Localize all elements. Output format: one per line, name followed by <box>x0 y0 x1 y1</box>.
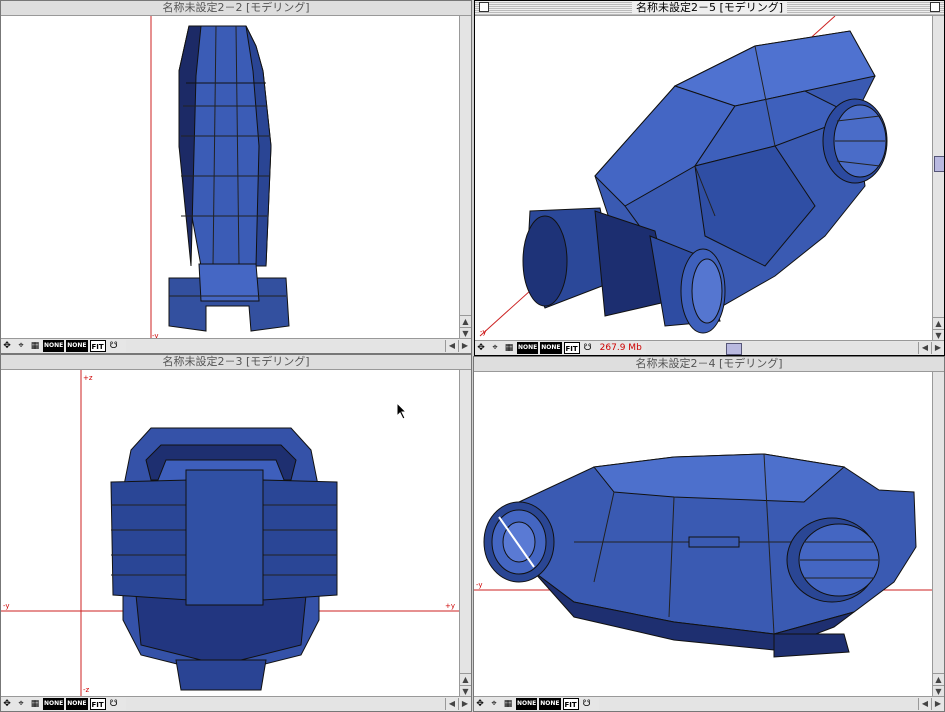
render-icon[interactable]: ☋ <box>581 698 593 710</box>
vertical-scroll-thumb[interactable] <box>934 156 944 172</box>
grid-icon[interactable]: ▦ <box>29 340 41 352</box>
render-icon[interactable]: ☋ <box>582 342 594 354</box>
vertical-scrollbar[interactable]: ▲ ▼ <box>932 372 944 697</box>
window-title[interactable]: 名称未設定2－4 [モデリング] <box>474 357 944 372</box>
viewport-window-perspective[interactable]: 名称未設定2－5 [モデリング] -y ▲ ▼ ✥ ⌖ ▦ NONE NONE … <box>474 0 945 356</box>
scroll-left-icon[interactable]: ◀ <box>445 698 458 710</box>
model-top-view: +z -z -y +y <box>1 370 459 697</box>
horizontal-scrollbar[interactable] <box>125 340 445 352</box>
scroll-up-icon[interactable]: ▲ <box>933 673 944 685</box>
window-statusbar: ✥ ⌖ ▦ NONE NONE FIT ☋ 267.9 Mb ◀ ▶ <box>475 340 944 355</box>
window-statusbar: ✥ ⌖ ▦ NONE NONE FIT ☋ ◀ ▶ <box>1 696 471 711</box>
axis-icon[interactable]: ⌖ <box>15 698 27 710</box>
render-icon[interactable]: ☋ <box>108 698 120 710</box>
axis-icon[interactable]: ⌖ <box>488 698 500 710</box>
move-icon[interactable]: ✥ <box>1 340 13 352</box>
move-icon[interactable]: ✥ <box>475 342 487 354</box>
scroll-right-icon[interactable]: ▶ <box>931 342 944 354</box>
move-icon[interactable]: ✥ <box>1 698 13 710</box>
viewport-canvas[interactable]: -y <box>475 16 932 341</box>
axis-label: -y <box>3 602 10 610</box>
render-icon[interactable]: ☋ <box>108 340 120 352</box>
window-title[interactable]: 名称未設定2－2 [モデリング] <box>1 1 471 16</box>
vertical-scrollbar[interactable]: ▲ ▼ <box>932 16 944 341</box>
none-icon[interactable]: NONE <box>517 342 539 354</box>
scroll-up-icon[interactable]: ▲ <box>460 673 471 685</box>
vertical-scrollbar[interactable]: ▲ ▼ <box>459 16 471 339</box>
scroll-up-icon[interactable]: ▲ <box>460 315 471 327</box>
scroll-left-icon[interactable]: ◀ <box>918 698 931 710</box>
vertical-scrollbar[interactable]: ▲ ▼ <box>459 370 471 697</box>
horizontal-scrollbar[interactable] <box>645 342 918 355</box>
horizontal-scroll-thumb[interactable] <box>725 343 742 355</box>
model-perspective-view: -y <box>479 16 888 337</box>
axis-label: -y <box>476 581 483 589</box>
scroll-right-icon[interactable]: ▶ <box>458 698 471 710</box>
viewport-canvas[interactable]: -y <box>1 16 459 339</box>
none-icon[interactable]: NONE <box>66 340 88 352</box>
none-icon[interactable]: NONE <box>540 342 562 354</box>
mouse-pointer-icon <box>396 402 408 420</box>
model-side-view: -y <box>474 453 932 658</box>
fit-icon[interactable]: FIT <box>89 340 106 352</box>
scroll-left-icon[interactable]: ◀ <box>918 342 931 354</box>
window-statusbar: ✥ ⌖ ▦ NONE NONE FIT ☋ ◀ ▶ <box>1 338 471 353</box>
scroll-right-icon[interactable]: ▶ <box>931 698 944 710</box>
axis-label: -z <box>83 686 90 694</box>
none-icon[interactable]: NONE <box>43 698 65 710</box>
axis-icon[interactable]: ⌖ <box>489 342 501 354</box>
horizontal-scrollbar[interactable] <box>598 698 918 710</box>
fit-icon[interactable]: FIT <box>562 698 579 710</box>
axis-label: +y <box>445 602 455 610</box>
viewport-window-side[interactable]: 名称未設定2－4 [モデリング] -y ▲ ▼ ✥ ⌖ ▦ NONE NONE … <box>473 356 945 712</box>
memory-readout: 267.9 Mb <box>599 343 642 353</box>
scroll-right-icon[interactable]: ▶ <box>458 340 471 352</box>
horizontal-scrollbar[interactable] <box>125 698 445 710</box>
window-statusbar: ✥ ⌖ ▦ NONE NONE FIT ☋ ◀ ▶ <box>474 696 944 711</box>
axis-label: -y <box>480 328 487 336</box>
window-title-text: 名称未設定2－5 [モデリング] <box>631 1 788 14</box>
grid-icon[interactable]: ▦ <box>29 698 41 710</box>
zoom-box-icon[interactable] <box>930 2 940 12</box>
fit-icon[interactable]: FIT <box>563 342 580 354</box>
grid-icon[interactable]: ▦ <box>503 342 515 354</box>
scroll-left-icon[interactable]: ◀ <box>445 340 458 352</box>
none-icon[interactable]: NONE <box>66 698 88 710</box>
none-icon[interactable]: NONE <box>516 698 538 710</box>
close-box-icon[interactable] <box>479 2 489 12</box>
scroll-up-icon[interactable]: ▲ <box>933 317 944 329</box>
viewport-canvas[interactable]: -y <box>474 372 932 697</box>
axis-label: +z <box>83 374 93 382</box>
fit-icon[interactable]: FIT <box>89 698 106 710</box>
viewport-window-front[interactable]: 名称未設定2－2 [モデリング] -y ▲ ▼ ✥ ⌖ ▦ NONE NONE … <box>0 0 472 354</box>
axis-icon[interactable]: ⌖ <box>15 340 27 352</box>
viewport-canvas[interactable]: +z -z -y +y <box>1 370 459 697</box>
grid-icon[interactable]: ▦ <box>502 698 514 710</box>
none-icon[interactable]: NONE <box>43 340 65 352</box>
window-title[interactable]: 名称未設定2－5 [モデリング] <box>475 1 944 16</box>
window-title[interactable]: 名称未設定2－3 [モデリング] <box>1 355 471 370</box>
move-icon[interactable]: ✥ <box>474 698 486 710</box>
model-front-view: -y <box>150 16 290 339</box>
none-icon[interactable]: NONE <box>539 698 561 710</box>
